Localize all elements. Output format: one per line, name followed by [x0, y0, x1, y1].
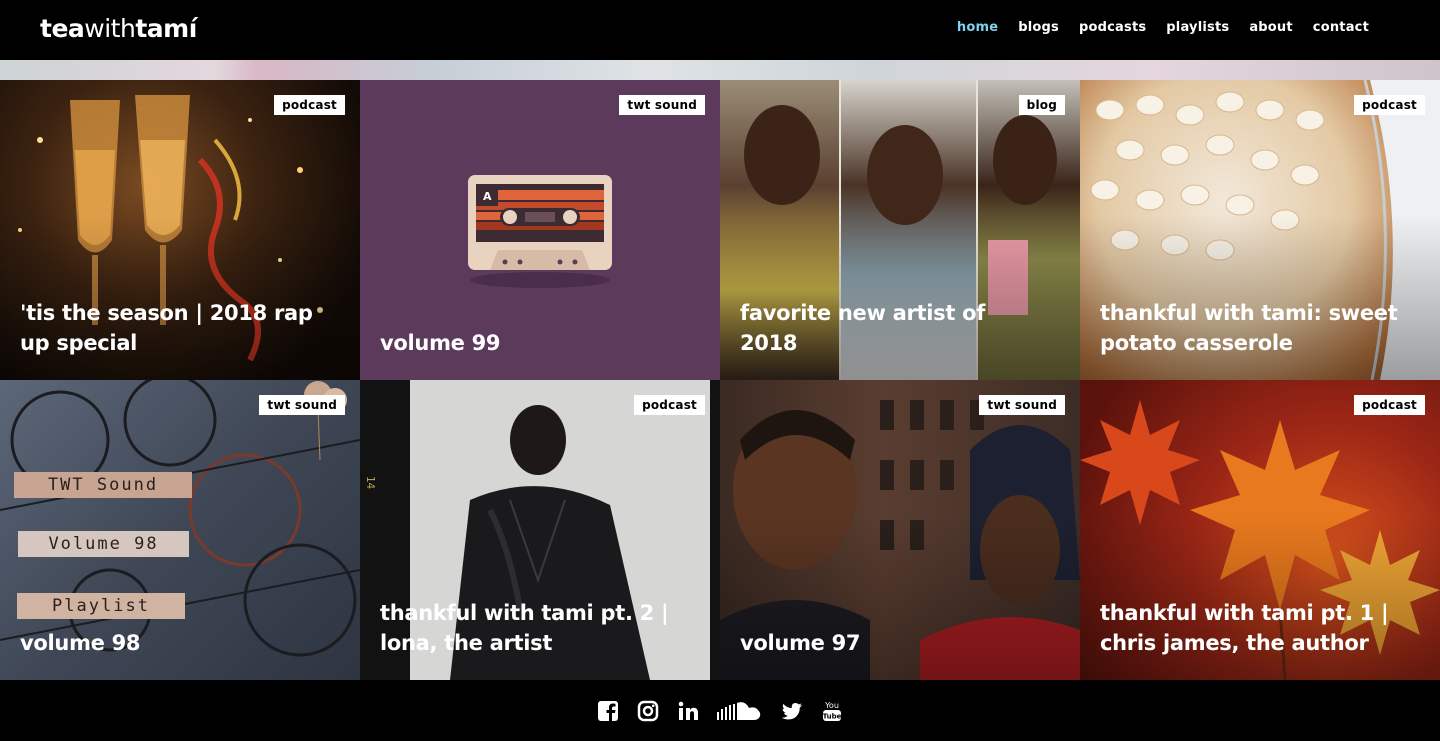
post-tile-volume-99[interactable]: A twt sound volume 99 [360, 80, 720, 380]
posts-grid: podcast 'tis the season | 2018 rap up sp… [0, 80, 1440, 680]
logo-text-tea: tea [40, 14, 85, 43]
label-playlist: Playlist [17, 593, 185, 619]
post-type-badge: podcast [634, 395, 705, 415]
youtube-tube-text: Tube [823, 713, 842, 721]
nav-about[interactable]: about [1249, 20, 1292, 35]
logo-text-with: with [84, 14, 136, 43]
instagram-icon[interactable] [637, 700, 659, 726]
post-title: volume 97 [740, 631, 861, 655]
post-tile-sweet-potato-casserole[interactable]: podcast thankful with tami: sweet potato… [1080, 80, 1440, 380]
youtube-icon[interactable]: You Tube [821, 699, 843, 727]
post-type-badge: podcast [1354, 95, 1425, 115]
nav-contact[interactable]: contact [1313, 20, 1369, 35]
youtube-you-text: You [824, 701, 839, 710]
post-tile-thankful-pt1[interactable]: podcast thankful with tami pt. 1 | chris… [1080, 380, 1440, 680]
post-type-badge: podcast [1354, 395, 1425, 415]
post-type-badge: podcast [274, 95, 345, 115]
post-title: thankful with tami pt. 2 | lona, the art… [380, 601, 669, 655]
label-volume-98: Volume 98 [18, 531, 189, 557]
header-banner-strip [0, 60, 1440, 80]
post-title: volume 98 [20, 631, 141, 655]
footer: You Tube [0, 680, 1440, 741]
site-logo[interactable]: teawithtamí [40, 14, 197, 43]
post-tile-thankful-pt2[interactable]: 14 podcast thankful with tami pt. 2 | lo… [360, 380, 720, 680]
post-tile-volume-97[interactable]: twt sound volume 97 [720, 380, 1080, 680]
post-type-badge: twt sound [259, 395, 345, 415]
main-nav: home blogs podcasts playlists about cont… [957, 20, 1369, 35]
nav-blogs[interactable]: blogs [1018, 20, 1059, 35]
post-tile-tis-the-season[interactable]: podcast 'tis the season | 2018 rap up sp… [0, 80, 360, 380]
post-title: 'tis the season | 2018 rap up special [20, 301, 313, 355]
nav-podcasts[interactable]: podcasts [1079, 20, 1146, 35]
cassette-side-label: A [483, 190, 492, 203]
soundcloud-icon[interactable] [717, 700, 763, 726]
nav-playlists[interactable]: playlists [1166, 20, 1229, 35]
post-type-badge: twt sound [619, 95, 705, 115]
post-tile-favorite-new-artist[interactable]: blog favorite new artist of 2018 [720, 80, 1080, 380]
twitter-icon[interactable] [781, 700, 803, 726]
facebook-icon[interactable] [597, 700, 619, 726]
post-tile-volume-98[interactable]: TWT Sound Volume 98 Playlist twt sound v… [0, 380, 360, 680]
post-title: thankful with tami: sweet potato cassero… [1100, 301, 1398, 355]
post-type-badge: blog [1018, 95, 1065, 115]
post-title: favorite new artist of 2018 [740, 301, 986, 355]
post-title: thankful with tami pt. 1 | chris james, … [1100, 601, 1389, 655]
nav-home[interactable]: home [957, 20, 998, 35]
linkedin-icon[interactable] [677, 700, 699, 726]
label-twt-sound: TWT Sound [14, 472, 192, 498]
post-type-badge: twt sound [979, 395, 1065, 415]
logo-text-tami: tamí [135, 14, 197, 43]
top-navigation-bar: teawithtamí home blogs podcasts playlist… [0, 0, 1440, 60]
post-title: volume 99 [380, 331, 501, 355]
social-links: You Tube [597, 699, 843, 727]
